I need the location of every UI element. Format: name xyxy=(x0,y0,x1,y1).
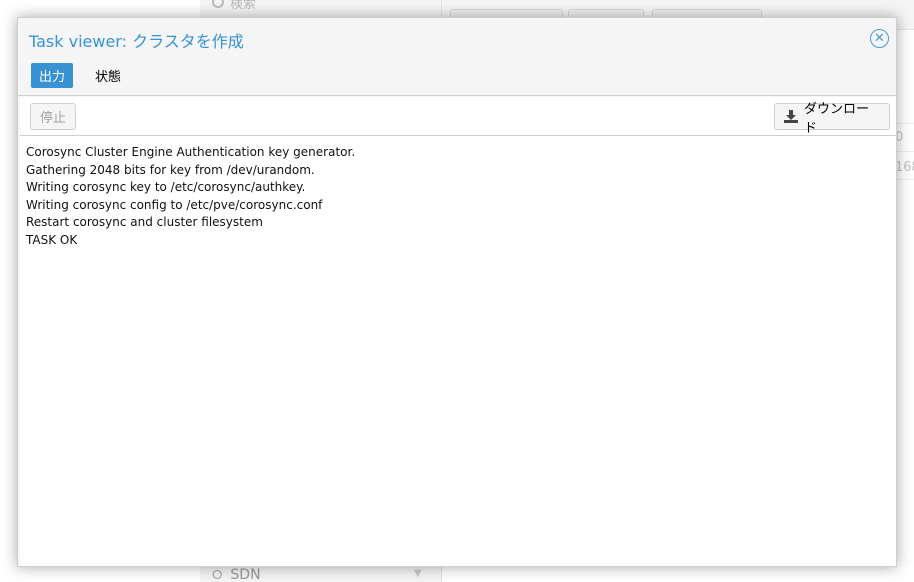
log-line: Writing corosync key to /etc/corosync/au… xyxy=(26,180,306,195)
tab-bar: 出力 状態 xyxy=(18,58,896,96)
task-toolbar: 停止 ダウンロード xyxy=(20,97,896,136)
dialog-header: Task viewer: クラスタを作成 ✕ xyxy=(18,18,896,58)
log-line: Writing corosync config to /etc/pve/coro… xyxy=(26,197,323,212)
dialog-title: Task viewer: クラスタを作成 xyxy=(29,32,244,51)
search-icon xyxy=(212,0,224,8)
download-button[interactable]: ダウンロード xyxy=(774,102,890,136)
tab-output[interactable]: 出力 xyxy=(31,63,74,88)
background-value: 168 xyxy=(895,160,914,175)
chevron-down-icon: ▼ xyxy=(414,568,422,579)
log-line: Restart corosync and cluster filesystem xyxy=(26,215,263,230)
log-line: TASK OK xyxy=(26,232,78,247)
background-sdn-item: ⭘ SDN xyxy=(212,566,261,582)
tab-status[interactable]: 状態 xyxy=(87,63,129,88)
sdn-network-icon: ⭘ xyxy=(212,567,223,582)
download-label: ダウンロード xyxy=(804,101,870,136)
log-line: Gathering 2048 bits for key from /dev/ur… xyxy=(26,162,315,177)
download-icon xyxy=(784,110,798,123)
task-viewer-dialog: Task viewer: クラスタを作成 ✕ 出力 状態 停止 ダウンロード C… xyxy=(17,17,897,567)
background-search: 検索 xyxy=(212,0,257,12)
background-search-text: 検索 xyxy=(230,0,257,12)
task-log-output: Corosync Cluster Engine Authentication k… xyxy=(20,136,896,566)
close-icon[interactable]: ✕ xyxy=(870,29,889,48)
stop-button[interactable]: 停止 xyxy=(30,103,76,130)
background-sdn-label: SDN xyxy=(230,567,261,582)
log-line: Corosync Cluster Engine Authentication k… xyxy=(26,145,356,159)
